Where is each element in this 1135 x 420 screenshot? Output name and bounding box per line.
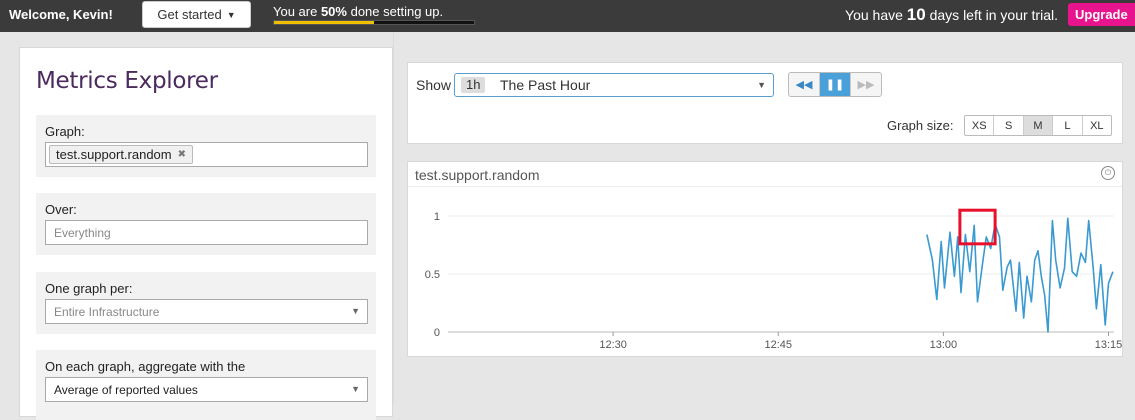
series-line <box>926 217 1114 333</box>
pause-icon[interactable]: ❚❚ <box>820 73 851 96</box>
metrics-explorer-panel: Metrics Explorer Graph: test.support.ran… <box>19 47 393 420</box>
trial-notice: You have 10 days left in your trial. <box>845 5 1058 25</box>
setup-progress-bar <box>273 20 475 25</box>
aggregate-section: On each graph, aggregate with the Averag… <box>36 350 376 420</box>
aggregate-value: Average of reported values <box>54 383 198 397</box>
show-label: Show <box>416 77 452 93</box>
y-tick-label: 0 <box>434 327 440 339</box>
y-tick-label: 1 <box>434 211 440 223</box>
graph-size-selector: XS S M L XL <box>964 115 1112 136</box>
time-range-label: The Past Hour <box>500 77 591 93</box>
panel-divider <box>393 32 394 405</box>
graph-size-label: Graph size: <box>887 118 954 133</box>
metric-tag-label: test.support.random <box>56 147 172 162</box>
remove-tag-icon[interactable]: ✖ <box>178 146 186 163</box>
size-s-button[interactable]: S <box>994 116 1024 135</box>
caret-down-icon: ▼ <box>757 80 766 90</box>
size-xl-button[interactable]: XL <box>1083 116 1111 135</box>
upgrade-button[interactable]: Upgrade <box>1068 3 1135 26</box>
get-started-button[interactable]: Get started ▼ <box>142 1 251 28</box>
size-m-button[interactable]: M <box>1023 116 1054 135</box>
time-chip: 1h <box>461 77 486 93</box>
x-tick-label: 12:30 <box>599 339 627 351</box>
x-tick-label: 12:45 <box>764 339 792 351</box>
one-graph-per-select[interactable]: Entire Infrastructure ▼ <box>45 299 368 324</box>
graph-controls-panel: Show 1h The Past Hour ▼ ◀◀ ❚❚ ▶▶ Graph s… <box>407 62 1123 144</box>
size-xs-button[interactable]: XS <box>965 116 995 135</box>
y-tick-label: 0.5 <box>425 269 440 281</box>
metric-tag[interactable]: test.support.random ✖ <box>49 145 194 164</box>
fast-forward-icon[interactable]: ▶▶ <box>851 73 881 96</box>
progress-percent: 50% <box>320 4 347 19</box>
caret-down-icon: ▼ <box>226 9 236 20</box>
rewind-icon[interactable]: ◀◀ <box>789 73 820 96</box>
aggregate-label: On each graph, aggregate with the <box>45 359 246 374</box>
over-input[interactable]: Everything <box>45 220 368 245</box>
welcome-text: Welcome, Kevin! <box>9 7 113 22</box>
caret-down-icon: ▼ <box>351 384 360 394</box>
setup-progress-text: You are 50% done setting up. <box>273 4 443 19</box>
one-graph-per-value: Entire Infrastructure <box>54 305 160 319</box>
over-placeholder: Everything <box>54 226 111 240</box>
caret-down-icon: ▼ <box>351 306 360 316</box>
size-l-button[interactable]: L <box>1053 116 1083 135</box>
trial-suffix: days left in your trial. <box>925 7 1058 23</box>
setup-progress-fill <box>274 21 374 24</box>
x-tick-label: 13:15 <box>1095 339 1122 351</box>
trial-prefix: You have <box>845 7 907 23</box>
aggregate-select[interactable]: Average of reported values ▼ <box>45 377 368 402</box>
graph-section: Graph: test.support.random ✖ <box>36 115 376 177</box>
one-graph-per-label: One graph per: <box>45 281 133 296</box>
one-graph-per-section: One graph per: Entire Infrastructure ▼ <box>36 272 376 334</box>
progress-prefix: You are <box>273 4 321 19</box>
get-started-label: Get started <box>157 7 222 22</box>
trial-days: 10 <box>906 5 926 24</box>
playback-controls: ◀◀ ❚❚ ▶▶ <box>788 72 882 97</box>
x-tick-label: 13:00 <box>930 339 958 351</box>
page-title: Metrics Explorer <box>36 68 218 94</box>
graph-label: Graph: <box>45 124 85 139</box>
timeseries-chart: 0 0.5 1 12:30 12:45 13:00 13:15 <box>425 208 1122 351</box>
graph-metric-input[interactable]: test.support.random ✖ <box>45 142 368 167</box>
time-range-select[interactable]: 1h The Past Hour ▼ <box>454 73 774 97</box>
progress-suffix: done setting up. <box>346 4 444 19</box>
over-label: Over: <box>45 202 77 217</box>
over-section: Over: Everything <box>36 193 376 255</box>
top-bar: Welcome, Kevin! Get started ▼ You are 50… <box>0 0 1135 32</box>
graph-panel: test.support.random ⏻ 0 0.5 1 12:30 12:45 13:… <box>407 161 1123 357</box>
